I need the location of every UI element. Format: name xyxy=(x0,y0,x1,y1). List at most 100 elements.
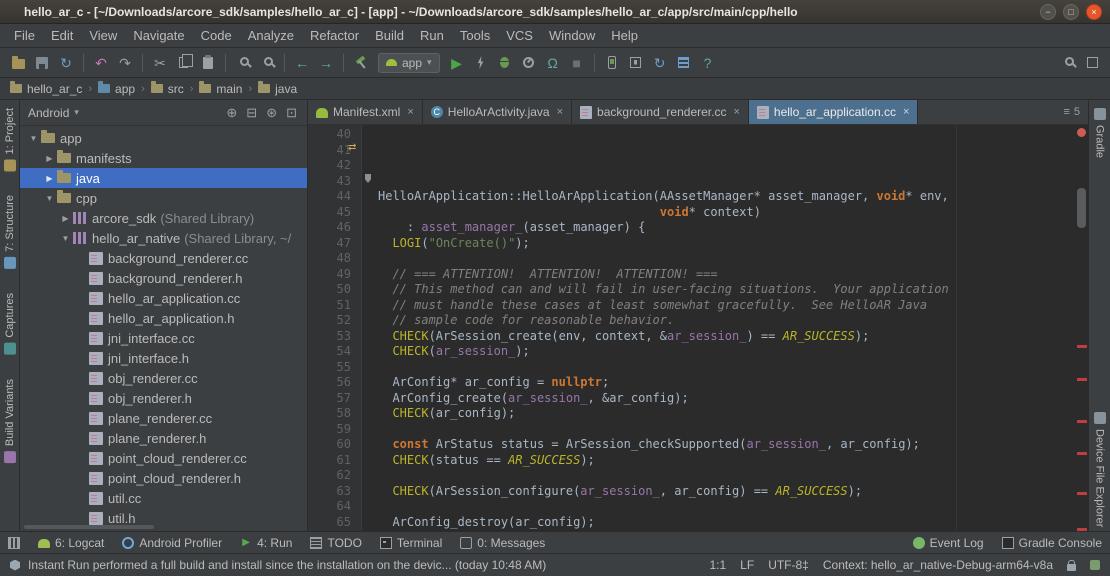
settings-gear-icon[interactable]: ⊛ xyxy=(264,106,279,119)
chevron-expanded-icon[interactable]: ▼ xyxy=(58,234,73,243)
menu-window[interactable]: Window xyxy=(541,25,603,46)
error-stripe-mark[interactable] xyxy=(1077,492,1087,495)
breadcrumb-item-hello-ar-c[interactable]: hello_ar_c xyxy=(8,82,84,96)
tree-item-manifests[interactable]: ▶manifests xyxy=(20,148,307,168)
run-icon[interactable]: ▶ xyxy=(445,51,469,75)
tree-item-hello-ar-application-h[interactable]: hello_ar_application.h xyxy=(20,308,307,328)
maximize-button[interactable]: □ xyxy=(1063,4,1079,20)
tree-item-arcore-sdk[interactable]: ▶arcore_sdk(Shared Library) xyxy=(20,208,307,228)
horizontal-scrollbar[interactable] xyxy=(24,525,154,529)
tab-background-renderer-cc[interactable]: background_renderer.cc× xyxy=(572,100,749,124)
caret-position-widget[interactable]: 1:1 xyxy=(709,558,726,572)
tree-item-jni-interface-cc[interactable]: jni_interface.cc xyxy=(20,328,307,348)
sdk-manager-icon[interactable] xyxy=(624,51,648,75)
help-icon[interactable]: ? xyxy=(696,51,720,75)
tree-item-hello-ar-native[interactable]: ▼hello_ar_native(Shared Library, ~/ xyxy=(20,228,307,248)
tree-item-jni-interface-h[interactable]: jni_interface.h xyxy=(20,348,307,368)
lock-icon[interactable] xyxy=(1067,564,1076,571)
tool-button-event-log[interactable]: Event Log xyxy=(913,536,984,550)
error-stripe-mark[interactable] xyxy=(1077,378,1087,381)
toolwindow-switcher-icon[interactable] xyxy=(8,537,20,549)
tool-button-android-profiler[interactable]: Android Profiler xyxy=(122,536,222,550)
tool-button-7-structure[interactable]: 7: Structure xyxy=(4,195,16,269)
gradle-sync-icon[interactable]: ↻ xyxy=(648,51,672,75)
menu-navigate[interactable]: Navigate xyxy=(125,25,192,46)
make-project-icon[interactable] xyxy=(349,51,373,75)
close-tab-icon[interactable]: × xyxy=(903,106,909,118)
error-stripe-mark[interactable] xyxy=(1077,528,1087,531)
tree-item-background-renderer-h[interactable]: background_renderer.h xyxy=(20,268,307,288)
close-tab-icon[interactable]: × xyxy=(407,106,413,118)
save-all-icon[interactable] xyxy=(30,51,54,75)
open-icon[interactable] xyxy=(6,51,30,75)
tool-button-6-logcat[interactable]: 6: Logcat xyxy=(38,536,104,550)
line-separator-widget[interactable]: LF xyxy=(740,558,754,572)
menu-run[interactable]: Run xyxy=(412,25,452,46)
tool-button-4-run[interactable]: ▶4: Run xyxy=(240,536,292,550)
code-editor[interactable]: 4041424344454647484950515253545556575859… xyxy=(308,125,1088,531)
find-icon[interactable] xyxy=(231,51,255,75)
close-tab-icon[interactable]: × xyxy=(733,106,739,118)
tab-manifest-xml[interactable]: Manifest.xml× xyxy=(308,100,423,124)
tree-item-hello-ar-application-cc[interactable]: hello_ar_application.cc xyxy=(20,288,307,308)
breadcrumb-item-app[interactable]: app xyxy=(96,82,137,96)
menu-edit[interactable]: Edit xyxy=(43,25,81,46)
menu-refactor[interactable]: Refactor xyxy=(302,25,367,46)
menu-vcs[interactable]: VCS xyxy=(498,25,541,46)
menu-help[interactable]: Help xyxy=(603,25,646,46)
minimize-button[interactable]: − xyxy=(1040,4,1056,20)
redo-icon[interactable]: ↷ xyxy=(113,51,137,75)
tool-button-0-messages[interactable]: 0: Messages xyxy=(460,536,545,550)
menu-tools[interactable]: Tools xyxy=(452,25,498,46)
breadcrumb-item-main[interactable]: main xyxy=(197,82,244,96)
chevron-collapsed-icon[interactable]: ▶ xyxy=(42,174,57,183)
error-indicator-icon[interactable] xyxy=(1077,128,1086,137)
forward-icon[interactable]: → xyxy=(314,51,338,75)
toolbar-options-icon[interactable] xyxy=(1080,51,1104,75)
tree-item-util-cc[interactable]: util.cc xyxy=(20,488,307,508)
tool-button-captures[interactable]: Captures xyxy=(4,293,16,355)
tree-item-obj-renderer-h[interactable]: obj_renderer.h xyxy=(20,388,307,408)
menu-file[interactable]: File xyxy=(6,25,43,46)
stop-icon[interactable]: ■ xyxy=(565,51,589,75)
tool-button-device-file-explorer[interactable]: Device File Explorer xyxy=(1094,412,1106,527)
close-tab-icon[interactable]: × xyxy=(557,106,563,118)
replace-icon[interactable] xyxy=(255,51,279,75)
status-indicator-icon[interactable] xyxy=(1090,560,1100,570)
chevron-down-icon[interactable]: ▾ xyxy=(74,108,79,117)
tree-item-point-cloud-renderer-h[interactable]: point_cloud_renderer.h xyxy=(20,468,307,488)
gutter-marker-icon[interactable]: ⇄ xyxy=(348,143,356,153)
tree-item-plane-renderer-cc[interactable]: plane_renderer.cc xyxy=(20,408,307,428)
breadcrumb-item-java[interactable]: java xyxy=(256,82,299,96)
tree-item-java[interactable]: ▶java xyxy=(20,168,307,188)
chevron-collapsed-icon[interactable]: ▶ xyxy=(58,214,73,223)
menu-code[interactable]: Code xyxy=(193,25,240,46)
sync-icon[interactable]: ↻ xyxy=(54,51,78,75)
scrollbar-thumb[interactable] xyxy=(1077,188,1086,228)
back-icon[interactable]: ← xyxy=(290,51,314,75)
avd-manager-icon[interactable] xyxy=(600,51,624,75)
collapse-all-icon[interactable]: ⊟ xyxy=(244,106,259,119)
build-context-widget[interactable]: Context: hello_ar_native-Debug-arm64-v8a xyxy=(823,558,1053,572)
tab-hello-ar-application-cc[interactable]: hello_ar_application.cc× xyxy=(749,100,919,124)
menu-analyze[interactable]: Analyze xyxy=(240,25,302,46)
attach-debugger-icon[interactable]: Ω xyxy=(541,51,565,75)
paste-icon[interactable] xyxy=(196,51,220,75)
tree-item-obj-renderer-cc[interactable]: obj_renderer.cc xyxy=(20,368,307,388)
tool-button-terminal[interactable]: Terminal xyxy=(380,536,442,550)
run-config-select[interactable]: app ▾ xyxy=(378,53,440,73)
error-stripe-mark[interactable] xyxy=(1077,420,1087,423)
tab-helloaractivity-java[interactable]: CHelloArActivity.java× xyxy=(423,100,572,124)
chevron-expanded-icon[interactable]: ▼ xyxy=(26,134,41,143)
tool-button-build-variants[interactable]: Build Variants xyxy=(4,379,16,463)
close-button[interactable]: × xyxy=(1086,4,1102,20)
status-message[interactable]: Instant Run performed a full build and i… xyxy=(28,558,546,572)
locate-file-icon[interactable]: ⊕ xyxy=(224,106,239,119)
project-structure-icon[interactable] xyxy=(672,51,696,75)
tool-button-todo[interactable]: TODO xyxy=(310,536,361,550)
profile-icon[interactable] xyxy=(517,51,541,75)
encoding-widget[interactable]: UTF-8‡ xyxy=(768,558,809,572)
project-view-mode[interactable]: Android xyxy=(28,106,69,120)
tree-item-background-renderer-cc[interactable]: background_renderer.cc xyxy=(20,248,307,268)
error-stripe-mark[interactable] xyxy=(1077,345,1087,348)
